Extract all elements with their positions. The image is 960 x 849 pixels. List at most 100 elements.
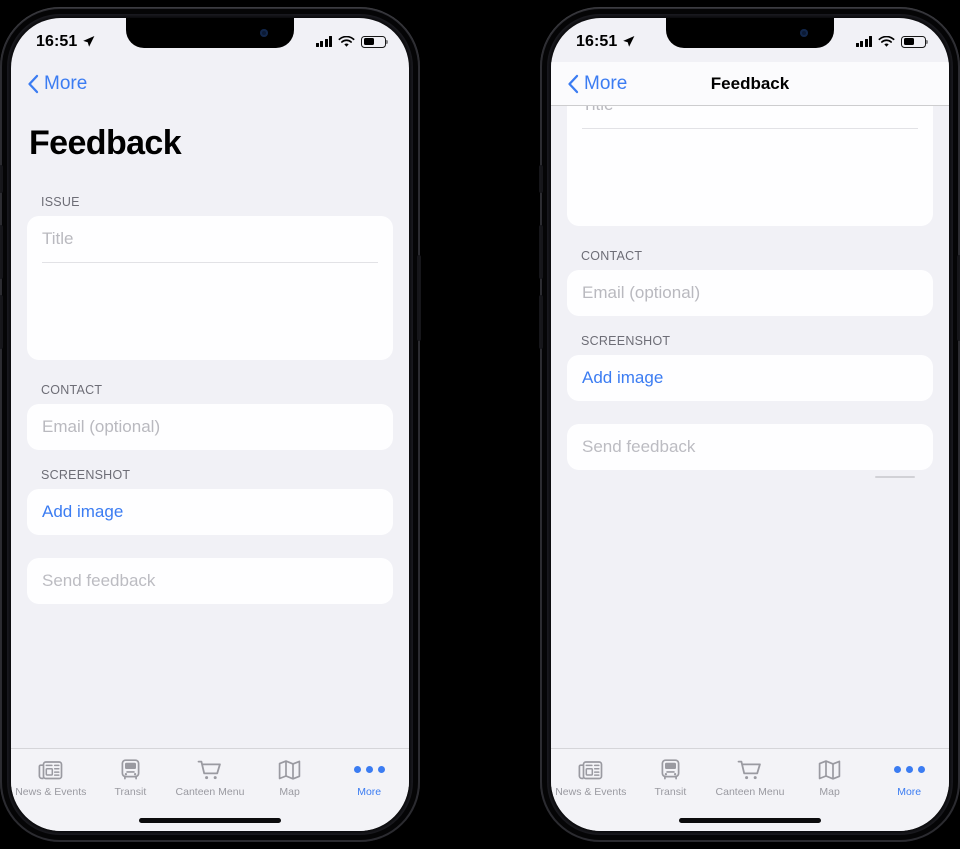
ellipsis-icon [353, 756, 385, 783]
email-input-left[interactable]: Email (optional) [27, 404, 393, 450]
tab-news-events-left[interactable]: News & Events [11, 756, 91, 798]
map-icon [278, 756, 301, 783]
notch-right [666, 18, 834, 48]
map-icon [818, 756, 841, 783]
send-feedback-button-left[interactable]: Send feedback [27, 557, 393, 604]
contact-card-right: Email (optional) [567, 269, 933, 316]
tab-label-transit-left: Transit [114, 786, 147, 798]
newspaper-icon [38, 756, 63, 783]
front-camera-icon [260, 29, 268, 37]
newspaper-icon [578, 756, 603, 783]
tab-map-right[interactable]: Map [790, 756, 870, 798]
status-indicators-right [855, 35, 929, 48]
tab-label-map-right: Map [819, 786, 840, 798]
notch-left [126, 18, 294, 48]
back-button-right[interactable]: More [567, 73, 627, 95]
scroll-view-right[interactable]: Title CONTACT Email (optional) [551, 106, 949, 748]
scroll-indicator-right[interactable] [875, 475, 915, 479]
phone-screen-right: 16:51 More Feedback CONTACT Email (optio… [551, 18, 949, 831]
issue-body-textarea-right[interactable] [567, 129, 933, 226]
add-image-button-left[interactable]: Add image [27, 489, 393, 535]
chevron-left-icon [568, 74, 579, 93]
issue-body-textarea-left[interactable] [27, 263, 393, 360]
home-indicator-left[interactable] [139, 818, 281, 823]
email-placeholder-right: Email (optional) [582, 282, 701, 302]
power-button-left[interactable] [417, 255, 421, 341]
tab-label-news-events-right: News & Events [555, 786, 627, 798]
issue-title-input-right[interactable]: Title [567, 106, 933, 128]
contact-card-left: Email (optional) [27, 403, 393, 450]
tab-label-transit-right: Transit [654, 786, 687, 798]
issue-card-left: Title [27, 216, 393, 360]
issue-title-placeholder-left: Title [42, 229, 74, 248]
scroll-view-left[interactable]: Feedback ISSUE Title CONTACT Email (opti… [11, 106, 409, 748]
shopping-cart-icon [737, 756, 762, 783]
silent-switch-right[interactable] [539, 165, 543, 193]
back-button-label-left: More [44, 73, 88, 94]
tab-label-canteen-menu-right: Canteen Menu [715, 786, 785, 798]
battery-icon [361, 35, 389, 48]
send-feedback-row-right: Send feedback [567, 424, 933, 470]
volume-down-button-left[interactable] [0, 295, 3, 349]
tab-more-left[interactable]: More [329, 756, 409, 798]
front-camera-icon [800, 29, 808, 37]
section-label-contact-left: CONTACT [41, 382, 103, 397]
volume-up-button-right[interactable] [539, 225, 543, 279]
location-arrow-icon [83, 36, 95, 47]
screenshot-card-left: Add image [27, 488, 393, 535]
back-button-label-right: More [584, 72, 628, 94]
send-feedback-label-right: Send feedback [582, 436, 696, 456]
chevron-left-icon [28, 74, 39, 94]
phone-screen-left: 16:51 More Feedback ISSUE Title CONTACT … [11, 18, 409, 831]
tab-more-right[interactable]: More [869, 756, 949, 798]
section-label-screenshot-right: SCREENSHOT [581, 333, 671, 348]
volume-down-button-right[interactable] [539, 295, 543, 349]
issue-title-placeholder-right: Title [582, 106, 614, 115]
tab-map-left[interactable]: Map [250, 756, 330, 798]
home-indicator-right[interactable] [679, 818, 821, 823]
location-arrow-icon [623, 36, 635, 47]
silent-switch-left[interactable] [0, 165, 3, 193]
send-feedback-label-left: Send feedback [42, 570, 156, 590]
section-label-issue-left: ISSUE [41, 195, 80, 209]
add-image-label-left: Add image [42, 501, 124, 521]
screenshot-card-right: Add image [567, 354, 933, 401]
wifi-icon [338, 35, 355, 47]
nav-bar-right: More Feedback [551, 62, 949, 106]
email-input-right[interactable]: Email (optional) [567, 270, 933, 316]
tab-label-more-left: More [357, 786, 382, 798]
battery-icon [901, 35, 929, 48]
tab-canteen-menu-left[interactable]: Canteen Menu [170, 756, 250, 798]
issue-title-input-left[interactable]: Title [27, 216, 393, 262]
tab-label-canteen-menu-left: Canteen Menu [175, 786, 245, 798]
tab-transit-left[interactable]: Transit [91, 756, 171, 798]
add-image-button-right[interactable]: Add image [567, 355, 933, 401]
issue-card-right: Title [567, 106, 933, 226]
status-indicators-left [315, 35, 389, 48]
phone-device-right: 16:51 More Feedback CONTACT Email (optio… [539, 7, 960, 842]
volume-up-button-left[interactable] [0, 225, 3, 279]
back-button-left[interactable]: More [27, 73, 87, 95]
status-time-group: 16:51 [576, 33, 635, 51]
section-label-screenshot-left: SCREENSHOT [41, 467, 131, 482]
tab-news-events-right[interactable]: News & Events [551, 756, 631, 798]
cellular-signal-icon [315, 36, 332, 47]
tab-transit-right[interactable]: Transit [631, 756, 711, 798]
status-time-group: 16:51 [36, 33, 95, 51]
cellular-signal-icon [855, 36, 872, 47]
page-title-left: Feedback [29, 124, 182, 162]
tab-canteen-menu-right[interactable]: Canteen Menu [710, 756, 790, 798]
email-placeholder-left: Email (optional) [42, 416, 161, 436]
shopping-cart-icon [197, 756, 222, 783]
form-right: Title CONTACT Email (optional) [551, 106, 949, 484]
bus-icon [659, 756, 682, 783]
phone-device-left: 16:51 More Feedback ISSUE Title CONTACT … [0, 7, 421, 842]
screenshot-stage: 16:51 More Feedback ISSUE Title CONTACT … [0, 0, 960, 849]
send-feedback-button-right[interactable]: Send feedback [567, 423, 933, 470]
